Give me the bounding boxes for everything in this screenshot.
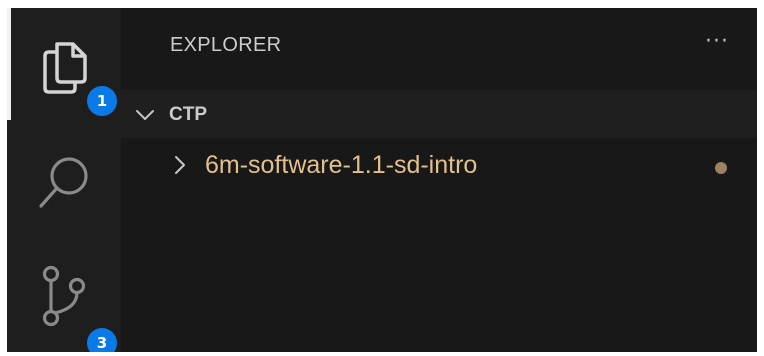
explorer-activity-button[interactable]: 1 — [7, 8, 121, 118]
source-control-badge: 3 — [87, 328, 117, 352]
more-actions-button[interactable]: ··· — [699, 31, 735, 58]
sidebar-title: EXPLORER — [170, 34, 282, 56]
source-control-activity-button[interactable]: 3 — [7, 240, 121, 352]
modified-indicator-icon — [715, 162, 727, 174]
activity-bar: 1 3 — [7, 8, 121, 352]
chevron-right-icon — [175, 156, 185, 174]
workspace-section-header[interactable]: CTP — [121, 90, 757, 138]
sidebar-header: EXPLORER ··· — [121, 8, 757, 88]
vscode-window: 1 3 EXPLORER ··· CTP 6m-software-1.1-sd-… — [7, 8, 757, 352]
explorer-badge: 1 — [87, 86, 117, 116]
search-icon — [39, 157, 88, 208]
files-icon — [43, 42, 87, 94]
source-control-icon — [42, 265, 86, 327]
workspace-section-title: CTP — [169, 104, 207, 125]
search-activity-button[interactable] — [7, 126, 121, 236]
sidebar: EXPLORER ··· CTP 6m-software-1.1-sd-intr… — [121, 8, 757, 352]
tree-item-folder[interactable]: 6m-software-1.1-sd-intro — [121, 142, 757, 190]
chevron-down-icon — [136, 110, 154, 120]
tree-item-label: 6m-software-1.1-sd-intro — [205, 151, 478, 179]
